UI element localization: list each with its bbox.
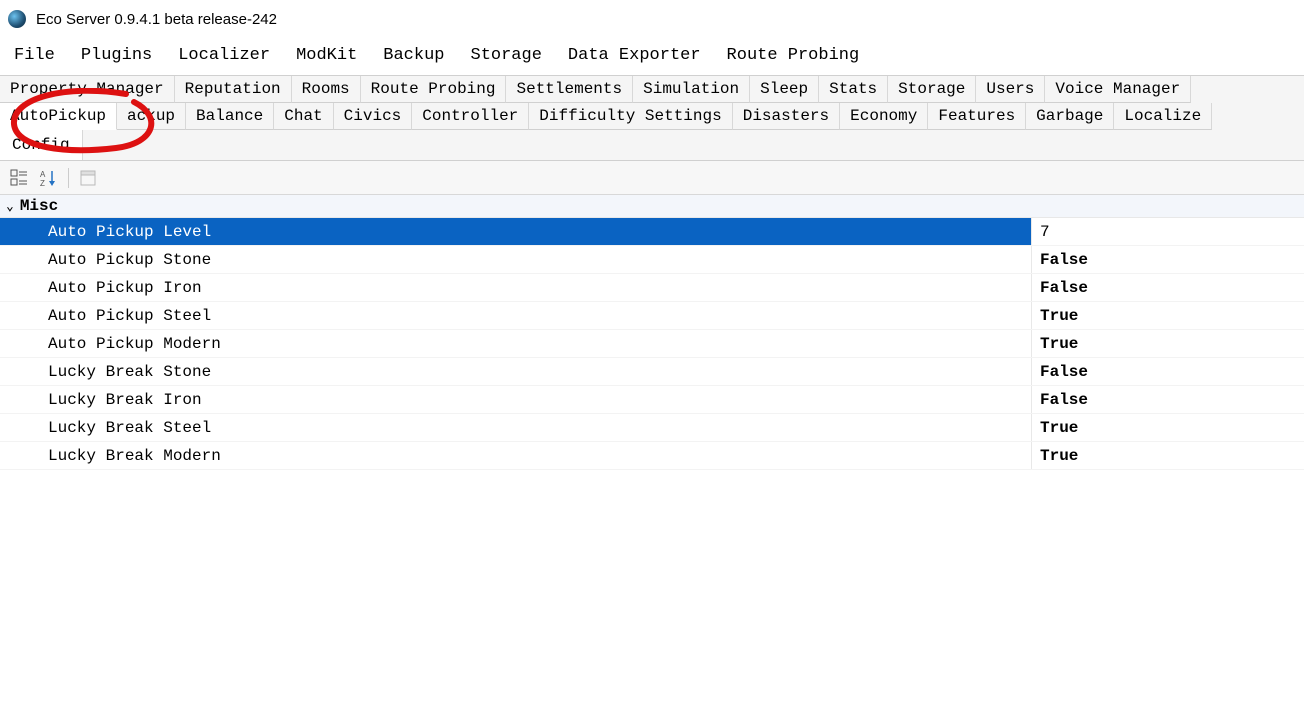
property-value[interactable]: False [1032, 358, 1304, 385]
window-titlebar: Eco Server 0.9.4.1 beta release-242 [0, 0, 1304, 38]
subtab-config[interactable]: Config [0, 130, 83, 160]
tab[interactable]: Settlements [506, 76, 633, 103]
menu-item[interactable]: Storage [471, 46, 542, 65]
property-value[interactable]: False [1032, 386, 1304, 413]
category-label: Misc [20, 197, 58, 215]
property-row[interactable]: Lucky Break ModernTrue [0, 442, 1304, 470]
property-value[interactable]: True [1032, 442, 1304, 469]
subtab-row: Config [0, 130, 1304, 161]
tab[interactable]: Economy [840, 103, 928, 130]
menu-item[interactable]: Localizer [178, 46, 270, 65]
app-icon [8, 10, 26, 28]
tab[interactable]: Sleep [750, 76, 819, 103]
property-name: Auto Pickup Level [0, 218, 1032, 245]
menubar: File Plugins Localizer ModKit Backup Storage D… [0, 38, 1304, 75]
property-value[interactable]: False [1032, 274, 1304, 301]
property-name: Lucky Break Steel [0, 414, 1032, 441]
category-header[interactable]: ⌄ Misc [0, 195, 1304, 218]
property-value[interactable]: 7 [1032, 218, 1304, 245]
menu-item[interactable]: Plugins [81, 46, 152, 65]
alphabetical-view-icon[interactable]: A Z [38, 167, 60, 189]
tab[interactable]: Difficulty Settings [529, 103, 732, 130]
tab[interactable]: Controller [412, 103, 529, 130]
property-name: Auto Pickup Steel [0, 302, 1032, 329]
tab[interactable]: Rooms [292, 76, 361, 103]
property-name: Lucky Break Modern [0, 442, 1032, 469]
tab[interactable]: Simulation [633, 76, 750, 103]
svg-text:A: A [40, 170, 46, 179]
menu-item[interactable]: ModKit [296, 46, 357, 65]
tab[interactable]: Voice Manager [1045, 76, 1191, 103]
property-name: Auto Pickup Iron [0, 274, 1032, 301]
window-title: Eco Server 0.9.4.1 beta release-242 [36, 11, 277, 28]
menu-item[interactable]: Route Probing [727, 46, 860, 65]
tab[interactable]: Users [976, 76, 1045, 103]
property-row[interactable]: Auto Pickup ModernTrue [0, 330, 1304, 358]
menu-item[interactable]: File [14, 46, 55, 65]
property-value[interactable]: True [1032, 302, 1304, 329]
tab[interactable]: Storage [888, 76, 976, 103]
property-name: Auto Pickup Stone [0, 246, 1032, 273]
property-value[interactable]: True [1032, 414, 1304, 441]
property-row[interactable]: Lucky Break SteelTrue [0, 414, 1304, 442]
tab-row-2: AutoPickupackupBalanceChatCivicsControll… [0, 103, 1304, 130]
svg-text:Z: Z [40, 179, 45, 187]
property-pages-icon[interactable] [77, 167, 99, 189]
tab[interactable]: ackup [117, 103, 186, 130]
tab[interactable]: Balance [186, 103, 274, 130]
property-name: Lucky Break Stone [0, 358, 1032, 385]
property-value[interactable]: False [1032, 246, 1304, 273]
tab[interactable]: Features [928, 103, 1026, 130]
tab[interactable]: Localize [1114, 103, 1212, 130]
property-row[interactable]: Auto Pickup Level7 [0, 218, 1304, 246]
tab[interactable]: Route Probing [361, 76, 507, 103]
tab[interactable]: Civics [334, 103, 413, 130]
categorized-view-icon[interactable] [8, 167, 30, 189]
tab[interactable]: Reputation [175, 76, 292, 103]
property-name: Lucky Break Iron [0, 386, 1032, 413]
tab[interactable]: AutoPickup [0, 103, 117, 130]
property-name: Auto Pickup Modern [0, 330, 1032, 357]
tab[interactable]: Garbage [1026, 103, 1114, 130]
chevron-down-icon: ⌄ [6, 199, 14, 214]
property-row[interactable]: Lucky Break StoneFalse [0, 358, 1304, 386]
tab[interactable]: Property Manager [0, 76, 175, 103]
property-grid: ⌄ Misc Auto Pickup Level7Auto Pickup Sto… [0, 195, 1304, 470]
tab[interactable]: Disasters [733, 103, 840, 130]
tab[interactable]: Stats [819, 76, 888, 103]
menu-item[interactable]: Data Exporter [568, 46, 701, 65]
menu-item[interactable]: Backup [383, 46, 444, 65]
tab-row-1: Property ManagerReputationRoomsRoute Pro… [0, 75, 1304, 103]
property-value[interactable]: True [1032, 330, 1304, 357]
property-row[interactable]: Auto Pickup SteelTrue [0, 302, 1304, 330]
property-row[interactable]: Auto Pickup StoneFalse [0, 246, 1304, 274]
propertygrid-toolbar: A Z [0, 161, 1304, 195]
property-row[interactable]: Auto Pickup IronFalse [0, 274, 1304, 302]
property-row[interactable]: Lucky Break IronFalse [0, 386, 1304, 414]
tab[interactable]: Chat [274, 103, 333, 130]
